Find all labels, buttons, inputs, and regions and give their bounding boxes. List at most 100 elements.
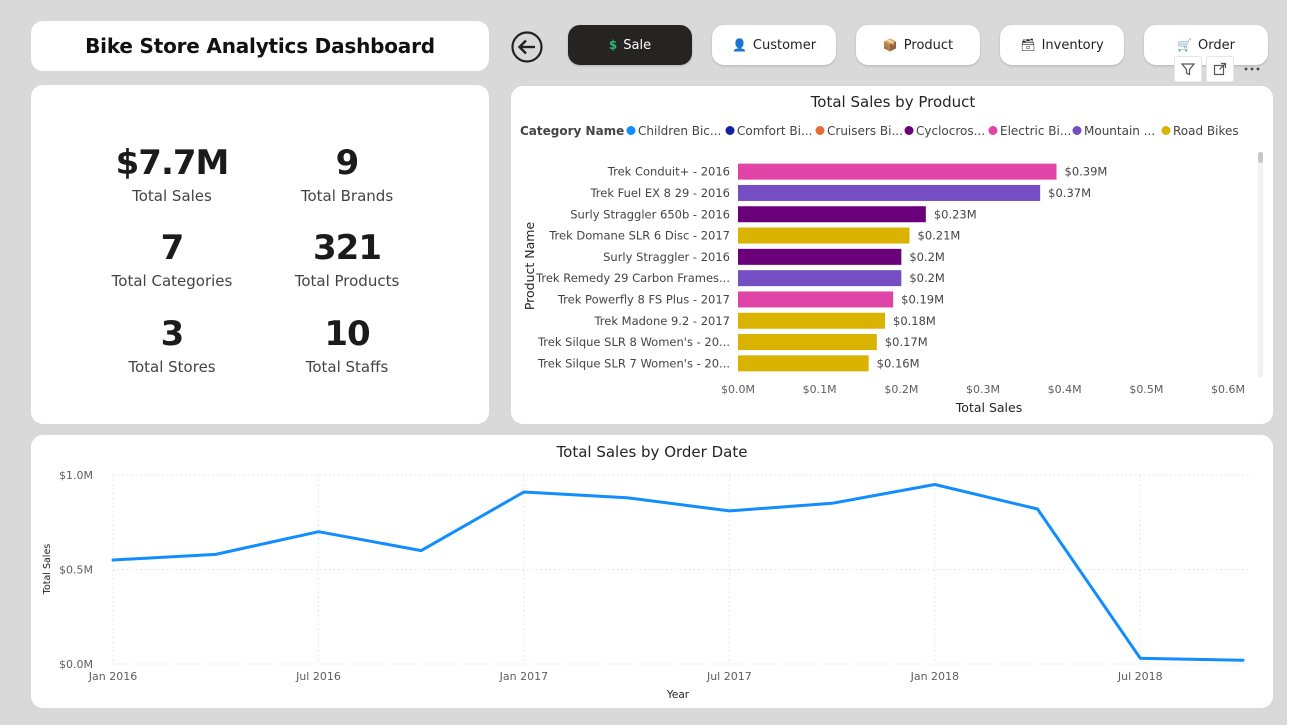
legend-item: Cyclocros... <box>916 124 985 138</box>
legend-item: Mountain ... <box>1084 124 1155 138</box>
legend-item: Road Bikes <box>1173 124 1239 138</box>
series-line <box>111 483 1245 662</box>
y-tick-label: Trek Madone 9.2 - 2017 <box>593 314 730 328</box>
bar <box>738 184 1041 201</box>
x-tick-label: $0.2M <box>884 383 918 396</box>
kpi-value: $7.7M <box>115 143 230 183</box>
kpi-label: Total Brands <box>300 187 394 205</box>
kpi-total-sales: $7.7M Total Sales <box>72 141 272 205</box>
nav-button-label: Order <box>1198 37 1235 53</box>
dollar-icon: $ <box>608 38 618 52</box>
cart-icon: 🛒 <box>1177 38 1192 52</box>
kpi-card: $7.7M Total Sales 9 Total Brands 7 Total… <box>31 85 489 424</box>
chart-title: Total Sales by Order Date <box>556 443 748 461</box>
kpi-label: Total Stores <box>128 358 216 376</box>
bar <box>738 227 910 244</box>
sales-by-date-card[interactable]: Total Sales by Order Date $0.0M $0.5M $1.0M… <box>31 435 1273 708</box>
x-tick-label: $0.5M <box>1129 383 1163 396</box>
inventory-icon: 🗃 <box>1020 38 1036 52</box>
nav-button-product[interactable]: 📦 Product <box>856 25 980 65</box>
chart-legend: Category Name Children Bic... Comfort Bi..… <box>520 124 1239 138</box>
legend-marker <box>815 126 825 135</box>
legend-marker <box>1161 126 1171 135</box>
y-tick-label: Surly Straggler - 2016 <box>603 250 730 264</box>
nav-button-label: Product <box>903 37 954 53</box>
x-tick-label: $0.3M <box>966 383 1000 396</box>
kpi-label: Total Categories <box>111 272 233 290</box>
x-tick-label: $0.6M <box>1211 383 1245 396</box>
x-tick-label: Jul 2016 <box>295 670 341 683</box>
x-tick-label: Jul 2018 <box>1117 670 1163 683</box>
kpi-label: Total Staffs <box>305 358 389 376</box>
scrollbar-thumb[interactable] <box>1258 152 1263 163</box>
canvas: Bike Store Analytics Dashboard $ Sale 👤 Cus… <box>0 0 1292 728</box>
kpi-value: 9 <box>335 143 360 183</box>
data-label: $0.19M <box>901 292 944 306</box>
sales-by-product-card[interactable]: Total Sales by Product Category Name Child… <box>511 86 1273 424</box>
focus-mode-icon[interactable] <box>1206 56 1234 82</box>
data-label: $0.2M <box>909 271 945 285</box>
y-tick-label: Surly Straggler 650b - 2016 <box>570 207 730 221</box>
bar <box>738 355 869 372</box>
nav-button-sale[interactable]: $ Sale <box>568 25 692 65</box>
back-arrow-icon[interactable] <box>510 30 544 64</box>
bar <box>738 163 1057 180</box>
kpi-label: Total Products <box>294 272 400 290</box>
y-tick-label: Trek Conduit+ - 2016 <box>607 165 730 179</box>
nav-button-customer[interactable]: 👤 Customer <box>712 25 836 65</box>
kpi-value: 3 <box>160 314 185 354</box>
sales-by-product-chart: Total Sales by Product Category Name Child… <box>520 93 1263 415</box>
kpi-value: 321 <box>313 228 382 268</box>
x-tick-label: $0.4M <box>1048 383 1082 396</box>
nav-button-inventory[interactable]: 🗃 Inventory <box>1000 25 1124 65</box>
x-tick-label: Jul 2017 <box>706 670 752 683</box>
kpi-value: 10 <box>324 314 370 354</box>
more-options-icon[interactable] <box>1238 56 1266 82</box>
x-axis-label: Year <box>666 689 690 701</box>
x-tick-label: $0.1M <box>803 383 837 396</box>
legend-item: Children Bic... <box>638 124 721 138</box>
legend-item: Electric Bi... <box>1000 124 1071 138</box>
y-tick-label: Trek Fuel EX 8 29 - 2016 <box>589 186 730 200</box>
legend-marker <box>1072 126 1082 135</box>
chart-title: Total Sales by Product <box>810 93 976 111</box>
data-label: $0.39M <box>1065 165 1108 179</box>
x-tick-label: Jan 2018 <box>910 670 959 683</box>
bar <box>738 248 902 265</box>
legend-item: Cruisers Bi... <box>827 124 903 138</box>
y-tick-label: Trek Silque SLR 8 Women's - 20... <box>537 335 730 349</box>
kpi-total-stores: 3 Total Stores <box>72 312 272 376</box>
y-tick-label: Trek Remedy 29 Carbon Frames... <box>535 271 730 285</box>
bar <box>738 270 902 287</box>
legend-title: Category Name <box>520 124 624 138</box>
data-label: $0.21M <box>918 229 961 243</box>
kpi-value: 7 <box>160 228 185 268</box>
visual-header <box>1174 56 1266 82</box>
dashboard-title: Bike Store Analytics Dashboard <box>85 34 435 58</box>
y-tick-label: $0.5M <box>59 564 93 577</box>
nav-button-label: Customer <box>752 37 817 53</box>
y-tick-label: $1.0M <box>59 469 93 482</box>
data-label: $0.2M <box>909 250 945 264</box>
x-axis-label: Total Sales <box>955 400 1022 415</box>
kpi-total-staffs: 10 Total Staffs <box>247 312 447 376</box>
legend-marker <box>904 126 914 135</box>
y-tick-label: Trek Silque SLR 7 Women's - 20... <box>537 356 730 370</box>
legend-marker <box>725 126 735 135</box>
kpi-total-products: 321 Total Products <box>247 226 447 290</box>
x-tick-label: Jan 2016 <box>88 670 137 683</box>
filter-icon[interactable] <box>1174 56 1202 82</box>
data-label: $0.16M <box>877 356 920 370</box>
y-tick-label: Trek Powerfly 8 FS Plus - 2017 <box>557 292 730 306</box>
bar <box>738 312 885 329</box>
kpi-total-categories: 7 Total Categories <box>72 226 272 290</box>
bar <box>738 334 877 351</box>
sales-by-date-chart: Total Sales by Order Date$0.0M$0.5M$1.0M… <box>42 443 1251 701</box>
y-axis-label: Total Sales <box>42 544 53 596</box>
scrollbar-track[interactable] <box>1258 152 1263 378</box>
bar <box>738 206 926 223</box>
kpi-label: Total Sales <box>132 187 212 205</box>
data-label: $0.17M <box>885 335 928 349</box>
data-label: $0.18M <box>893 314 936 328</box>
legend-item: Comfort Bi... <box>737 124 812 138</box>
